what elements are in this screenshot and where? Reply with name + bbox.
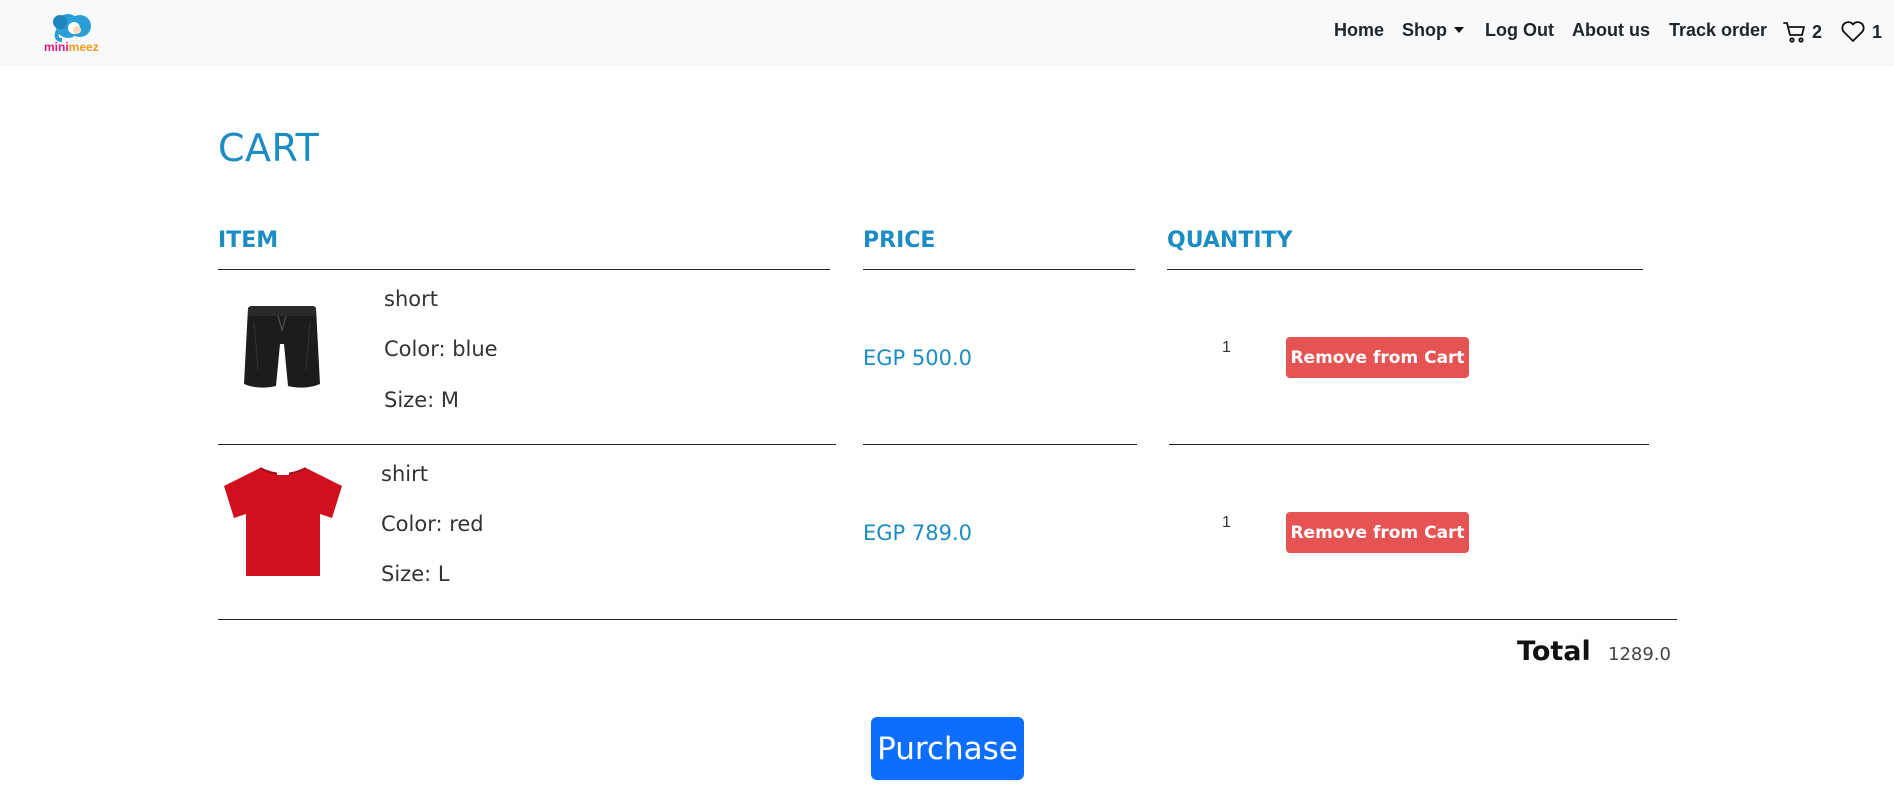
- item-quantity: 1: [1222, 514, 1231, 531]
- column-header-item: ITEM: [218, 228, 279, 253]
- cart-count: 2: [1812, 21, 1823, 42]
- total-value: 1289.0: [1608, 644, 1671, 665]
- item-size: Size: M: [384, 388, 459, 412]
- nav-logout[interactable]: Log Out: [1485, 20, 1554, 41]
- nav-about[interactable]: About us: [1572, 20, 1650, 41]
- nav-cart[interactable]: 2: [1783, 20, 1822, 44]
- product-image-short[interactable]: [240, 300, 324, 397]
- remove-from-cart-button[interactable]: Remove from Cart: [1286, 512, 1469, 553]
- header-divider-item: [218, 269, 830, 270]
- brand-logo[interactable]: minimeez: [44, 10, 106, 55]
- cart-icon: [1783, 22, 1805, 43]
- chevron-down-icon: [1454, 27, 1464, 33]
- row-divider-item: [218, 444, 836, 445]
- header-divider-quantity: [1167, 269, 1643, 270]
- brand-name-part1: mini: [44, 40, 69, 54]
- brand-name: minimeez: [44, 40, 99, 54]
- navbar: minimeez Home Shop Log Out About us Trac…: [0, 0, 1894, 67]
- item-price: EGP 500.0: [863, 346, 972, 370]
- column-header-quantity: QUANTITY: [1167, 228, 1293, 253]
- nav-shop-dropdown[interactable]: Shop: [1402, 20, 1464, 41]
- row-divider-quantity: [1169, 444, 1649, 445]
- total-divider: [218, 619, 1677, 620]
- item-name: shirt: [381, 462, 428, 486]
- page-title: CART: [218, 126, 320, 170]
- shorts-icon: [244, 306, 320, 388]
- item-color: Color: blue: [384, 337, 498, 361]
- elephant-logo-icon: [53, 14, 91, 42]
- nav-track-order[interactable]: Track order: [1669, 20, 1767, 41]
- heart-icon: [1841, 21, 1865, 42]
- remove-from-cart-button[interactable]: Remove from Cart: [1286, 337, 1469, 378]
- item-size: Size: L: [381, 562, 450, 586]
- nav-shop-label: Shop: [1402, 20, 1447, 40]
- tshirt-icon: [224, 467, 342, 576]
- product-image-shirt[interactable]: [222, 462, 344, 585]
- item-name: short: [384, 287, 438, 311]
- column-header-price: PRICE: [863, 228, 936, 253]
- item-price: EGP 789.0: [863, 521, 972, 545]
- item-quantity: 1: [1222, 339, 1231, 356]
- wishlist-count: 1: [1872, 21, 1883, 42]
- brand-name-part2: meez: [68, 40, 99, 54]
- total-label: Total: [1517, 636, 1591, 667]
- item-color: Color: red: [381, 512, 484, 536]
- purchase-button[interactable]: Purchase: [871, 717, 1024, 780]
- header-divider-price: [863, 269, 1135, 270]
- nav-wishlist[interactable]: 1: [1840, 20, 1882, 44]
- nav-home[interactable]: Home: [1334, 20, 1384, 41]
- row-divider-price: [863, 444, 1137, 445]
